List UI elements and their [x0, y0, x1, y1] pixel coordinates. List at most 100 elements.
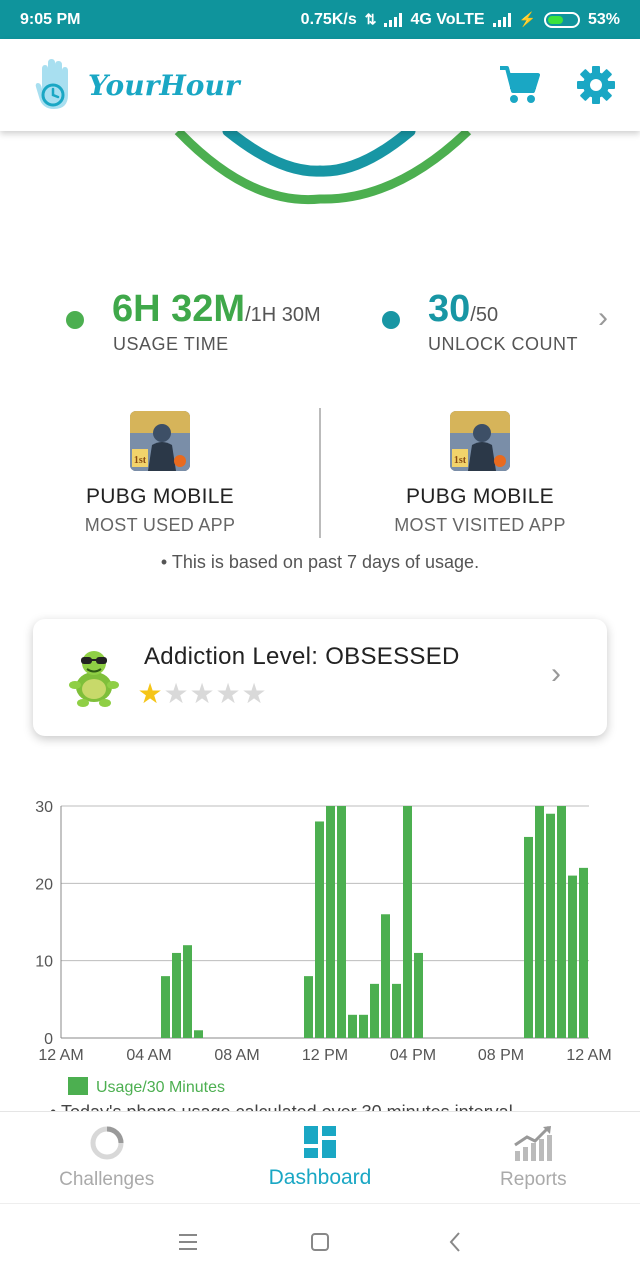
- bottom-nav: Challenges Dashboard Reports: [0, 1111, 640, 1203]
- usage-ring-graphic: [174, 131, 472, 205]
- star-empty-icon: ★: [189, 678, 215, 709]
- x-tick-label: 12 PM: [302, 1047, 348, 1064]
- chart-bar: [381, 914, 390, 1038]
- y-tick-label: 10: [35, 954, 53, 971]
- chevron-right-icon[interactable]: ›: [551, 657, 561, 691]
- legend-swatch: [68, 1077, 88, 1095]
- data-arrows-icon: ⇅: [364, 11, 377, 27]
- star-filled-icon: ★: [137, 678, 163, 709]
- star-empty-icon: ★: [215, 678, 241, 709]
- most-used-app-label: MOST USED APP: [84, 515, 236, 535]
- gear-icon[interactable]: [576, 65, 616, 105]
- chart-bar: [414, 952, 423, 1038]
- signal-icon: [384, 12, 403, 27]
- chart-bar: [315, 821, 324, 1038]
- chart-bar: [568, 875, 577, 1038]
- chart-bar: [304, 976, 313, 1038]
- chart-bar: [546, 813, 555, 1038]
- chart-bar: [535, 806, 544, 1038]
- app-title: YourHour: [88, 68, 240, 102]
- usage-dot: [66, 311, 84, 329]
- svg-text:1st: 1st: [454, 455, 467, 466]
- ring-icon: [90, 1126, 124, 1159]
- usage-time-label: USAGE TIME: [113, 334, 229, 354]
- charging-icon: ⚡: [518, 11, 536, 27]
- unlock-count-label: UNLOCK COUNT: [428, 334, 579, 354]
- x-tick-label: 08 AM: [214, 1047, 259, 1064]
- hand-clock-icon: [35, 59, 68, 109]
- star-empty-icon: ★: [163, 678, 189, 709]
- battery-icon: [543, 11, 580, 28]
- usage-time-limit: /1H 30M: [245, 304, 321, 326]
- x-tick-label: 12 AM: [566, 1047, 611, 1064]
- stats-row: 6H 32M/1H 30M USAGE TIME 30/50 UNLOCK CO…: [0, 281, 640, 361]
- x-tick-label: 04 AM: [126, 1047, 171, 1064]
- unlock-dot: [382, 311, 400, 329]
- svg-text:1st: 1st: [134, 455, 147, 466]
- chart-bar: [524, 836, 533, 1038]
- most-used-app[interactable]: 1st PUBG MOBILE MOST USED APP: [40, 411, 280, 536]
- status-bar: 9:05 PM 0.75K/s ⇅ 4G VoLTE ⚡ 53%: [0, 0, 640, 39]
- home-icon[interactable]: [311, 1233, 329, 1251]
- chart-bar: [183, 945, 192, 1038]
- app-header: YourHour: [0, 39, 640, 131]
- trend-chart-icon: [514, 1125, 553, 1161]
- network-speed: 0.75K/s: [300, 10, 357, 28]
- dashboard-icon: [303, 1125, 336, 1158]
- chart-bar: [194, 1030, 203, 1038]
- turtle-mascot-icon: [69, 651, 119, 707]
- menu-icon[interactable]: [179, 1234, 197, 1250]
- most-visited-app[interactable]: 1st PUBG MOBILE MOST VISITED APP: [360, 411, 600, 536]
- back-icon[interactable]: [449, 1232, 460, 1252]
- addiction-level-card[interactable]: Addiction Level: OBSESSED ★ ★ ★ ★ ★ ›: [33, 619, 607, 736]
- addiction-rating: ★ ★ ★ ★ ★: [137, 679, 267, 709]
- chart-bar: [326, 806, 335, 1038]
- tab-dashboard[interactable]: Dashboard: [213, 1112, 426, 1203]
- y-tick-label: 30: [35, 799, 53, 816]
- chart-bar: [579, 867, 588, 1038]
- pubg-app-icon: 1st: [450, 411, 510, 471]
- chart-bar: [337, 806, 346, 1038]
- usage-bar-chart: 0 10 20 30 12 AM 04 AM 08 AM 12 PM 04 PM 08 PM 12 …: [35, 799, 611, 1111]
- tab-challenges-label: Challenges: [59, 1168, 155, 1190]
- most-visited-app-label: MOST VISITED APP: [394, 515, 566, 535]
- signal-icon-2: [492, 12, 511, 27]
- apps-divider: [319, 408, 321, 538]
- chart-bar: [161, 976, 170, 1038]
- unlock-count-value: 30/50: [428, 288, 499, 330]
- usage-time-value: 6H 32M/1H 30M: [112, 288, 321, 330]
- chart-bar: [359, 1014, 368, 1038]
- unlock-count-limit: /50: [470, 304, 499, 326]
- tab-dashboard-label: Dashboard: [268, 1165, 372, 1189]
- network-type: 4G VoLTE: [410, 10, 485, 28]
- status-time: 9:05 PM: [20, 10, 81, 28]
- chart-bar: [403, 806, 412, 1038]
- pubg-app-icon: 1st: [130, 411, 190, 471]
- tab-reports-label: Reports: [500, 1168, 567, 1190]
- y-tick-label: 20: [35, 876, 53, 893]
- most-visited-app-name: PUBG MOBILE: [405, 485, 554, 508]
- tab-challenges[interactable]: Challenges: [0, 1112, 213, 1203]
- addiction-level-title: Addiction Level: OBSESSED: [144, 643, 460, 670]
- chevron-right-icon[interactable]: ›: [598, 301, 608, 335]
- chart-bar: [348, 1014, 357, 1038]
- tab-reports[interactable]: Reports: [427, 1112, 640, 1203]
- dashboard-content: 6H 32M/1H 30M USAGE TIME 30/50 UNLOCK CO…: [0, 131, 640, 1111]
- system-nav-bar: [0, 1203, 640, 1280]
- chart-bar: [172, 952, 181, 1038]
- most-used-app-name: PUBG MOBILE: [85, 485, 234, 508]
- x-tick-label: 12 AM: [38, 1047, 83, 1064]
- header-actions: [498, 65, 616, 105]
- x-tick-label: 04 PM: [390, 1047, 436, 1064]
- shopping-cart-icon[interactable]: [498, 65, 540, 105]
- y-tick-label: 0: [44, 1031, 53, 1048]
- legend-label: Usage/30 Minutes: [96, 1079, 225, 1096]
- chart-bar: [392, 983, 401, 1038]
- x-tick-label: 08 PM: [478, 1047, 524, 1064]
- battery-percent: 53%: [587, 10, 620, 28]
- chart-bar: [370, 983, 379, 1038]
- star-empty-icon: ★: [241, 678, 267, 709]
- chart-bar: [557, 806, 566, 1038]
- status-indicators: 0.75K/s ⇅ 4G VoLTE ⚡ 53%: [301, 11, 620, 29]
- chart-footnote: • Today's phone usage calculated over 30…: [50, 1102, 513, 1111]
